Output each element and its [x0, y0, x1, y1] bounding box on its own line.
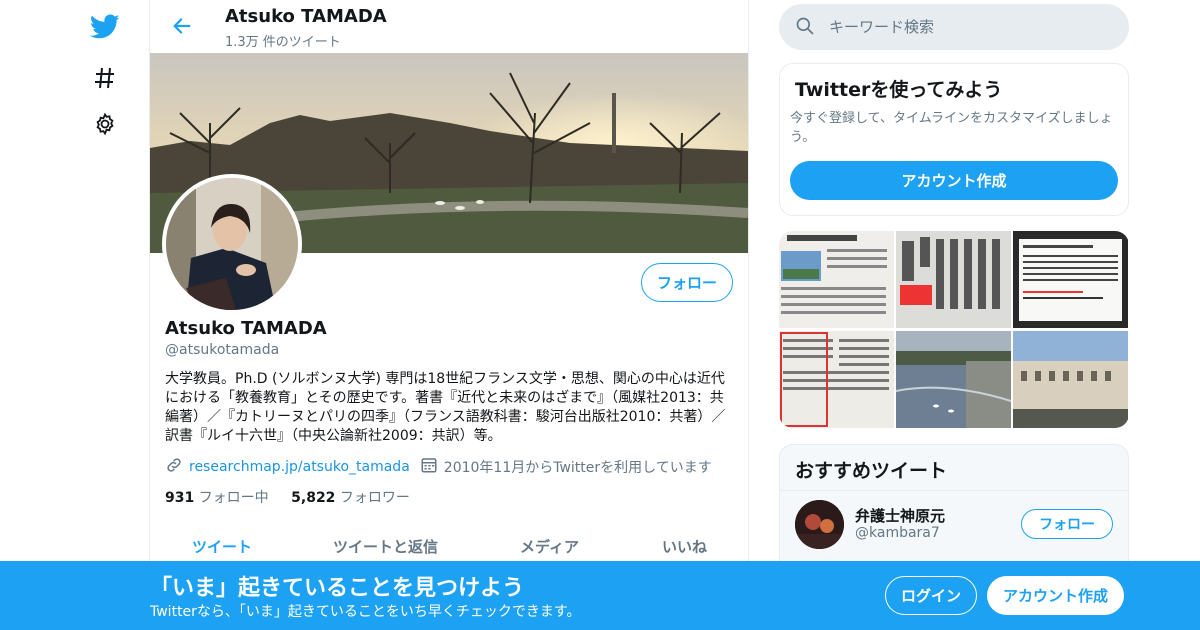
- following-label: フォロー中: [198, 490, 269, 506]
- header-tweet-count: 1.3万 件のツイート: [225, 35, 341, 50]
- following-link[interactable]: 931 フォロー中: [165, 490, 269, 506]
- signup-card-description: 今すぐ登録して、タイムラインをカスタマイズしましょう。: [790, 111, 1113, 145]
- recommended-user-handle[interactable]: @kambara7: [855, 525, 940, 541]
- following-count: 931: [165, 490, 195, 506]
- profile-bio: 大学教員。Ph.D (ソルボンヌ大学) 専門は18世紀フランス文学・思想、関心の…: [165, 371, 726, 444]
- login-button[interactable]: ログイン: [885, 576, 977, 615]
- profile-handle[interactable]: @atsukotamada: [165, 342, 279, 358]
- media-thumbnail[interactable]: [779, 331, 894, 428]
- media-thumbnail[interactable]: [1013, 331, 1128, 428]
- signup-card-title: Twitterを使ってみよう: [795, 79, 1003, 101]
- left-nav: [80, 0, 130, 630]
- profile-header-bar: Atsuko TAMADA 1.3万 件のツイート: [150, 0, 748, 53]
- search-icon: [795, 16, 815, 40]
- media-grid: [779, 231, 1129, 428]
- profile-meta: researchmap.jp/atsuko_tamada 2010年11月からT…: [165, 456, 712, 478]
- avatar[interactable]: [795, 500, 844, 549]
- divider: [780, 490, 1128, 491]
- profile-column: Atsuko TAMADA 1.3万 件のツイート フォロー Atsuko TA…: [149, 0, 749, 630]
- recommended-title: おすすめツイート: [795, 460, 948, 482]
- hashtag-icon[interactable]: [88, 61, 122, 95]
- search-input[interactable]: [829, 15, 1109, 39]
- followers-label: フォロワー: [339, 490, 410, 506]
- profile-stats: 931 フォロー中 5,822 フォロワー: [165, 487, 410, 507]
- twitter-bird-icon[interactable]: [88, 10, 122, 44]
- tab-likes[interactable]: いいね: [662, 536, 707, 557]
- gear-icon[interactable]: [88, 107, 122, 141]
- calendar-icon: [420, 456, 438, 478]
- signup-banner: 「いま」起きていることを見つけよう Twitterなら、「いま」起きていることを…: [0, 561, 1200, 630]
- signup-card: Twitterを使ってみよう 今すぐ登録して、タイムラインをカスタマイズしましょ…: [779, 63, 1129, 216]
- tab-media[interactable]: メディア: [520, 536, 579, 557]
- profile-website-link[interactable]: researchmap.jp/atsuko_tamada: [189, 459, 410, 475]
- recommended-follow-button[interactable]: フォロー: [1021, 509, 1113, 539]
- profile-name: Atsuko TAMADA: [165, 318, 327, 339]
- link-icon: [165, 456, 183, 478]
- back-arrow-icon[interactable]: [168, 12, 196, 40]
- media-thumbnail[interactable]: [1013, 231, 1128, 328]
- media-thumbnail[interactable]: [779, 231, 894, 328]
- recommended-user-name[interactable]: 弁護士神原元: [855, 505, 945, 526]
- signup-banner-subtitle: Twitterなら、「いま」起きていることをいち早くチェックできます。: [150, 604, 581, 620]
- followers-link[interactable]: 5,822 フォロワー: [291, 490, 410, 506]
- create-account-button[interactable]: アカウント作成: [790, 161, 1118, 200]
- media-thumbnail[interactable]: [896, 231, 1011, 328]
- tab-tweets[interactable]: ツイート: [192, 536, 252, 557]
- media-thumbnail[interactable]: [896, 331, 1011, 428]
- signup-button[interactable]: アカウント作成: [987, 576, 1124, 615]
- follow-button[interactable]: フォロー: [641, 263, 733, 302]
- followers-count: 5,822: [291, 490, 336, 506]
- tab-tweets-and-replies[interactable]: ツイートと返信: [333, 536, 438, 557]
- profile-joined-date: 2010年11月からTwitterを利用しています: [443, 460, 712, 476]
- search-box: [779, 4, 1129, 50]
- avatar[interactable]: [162, 174, 302, 314]
- header-name: Atsuko TAMADA: [225, 6, 387, 27]
- signup-banner-title: 「いま」起きていることを見つけよう: [150, 576, 525, 601]
